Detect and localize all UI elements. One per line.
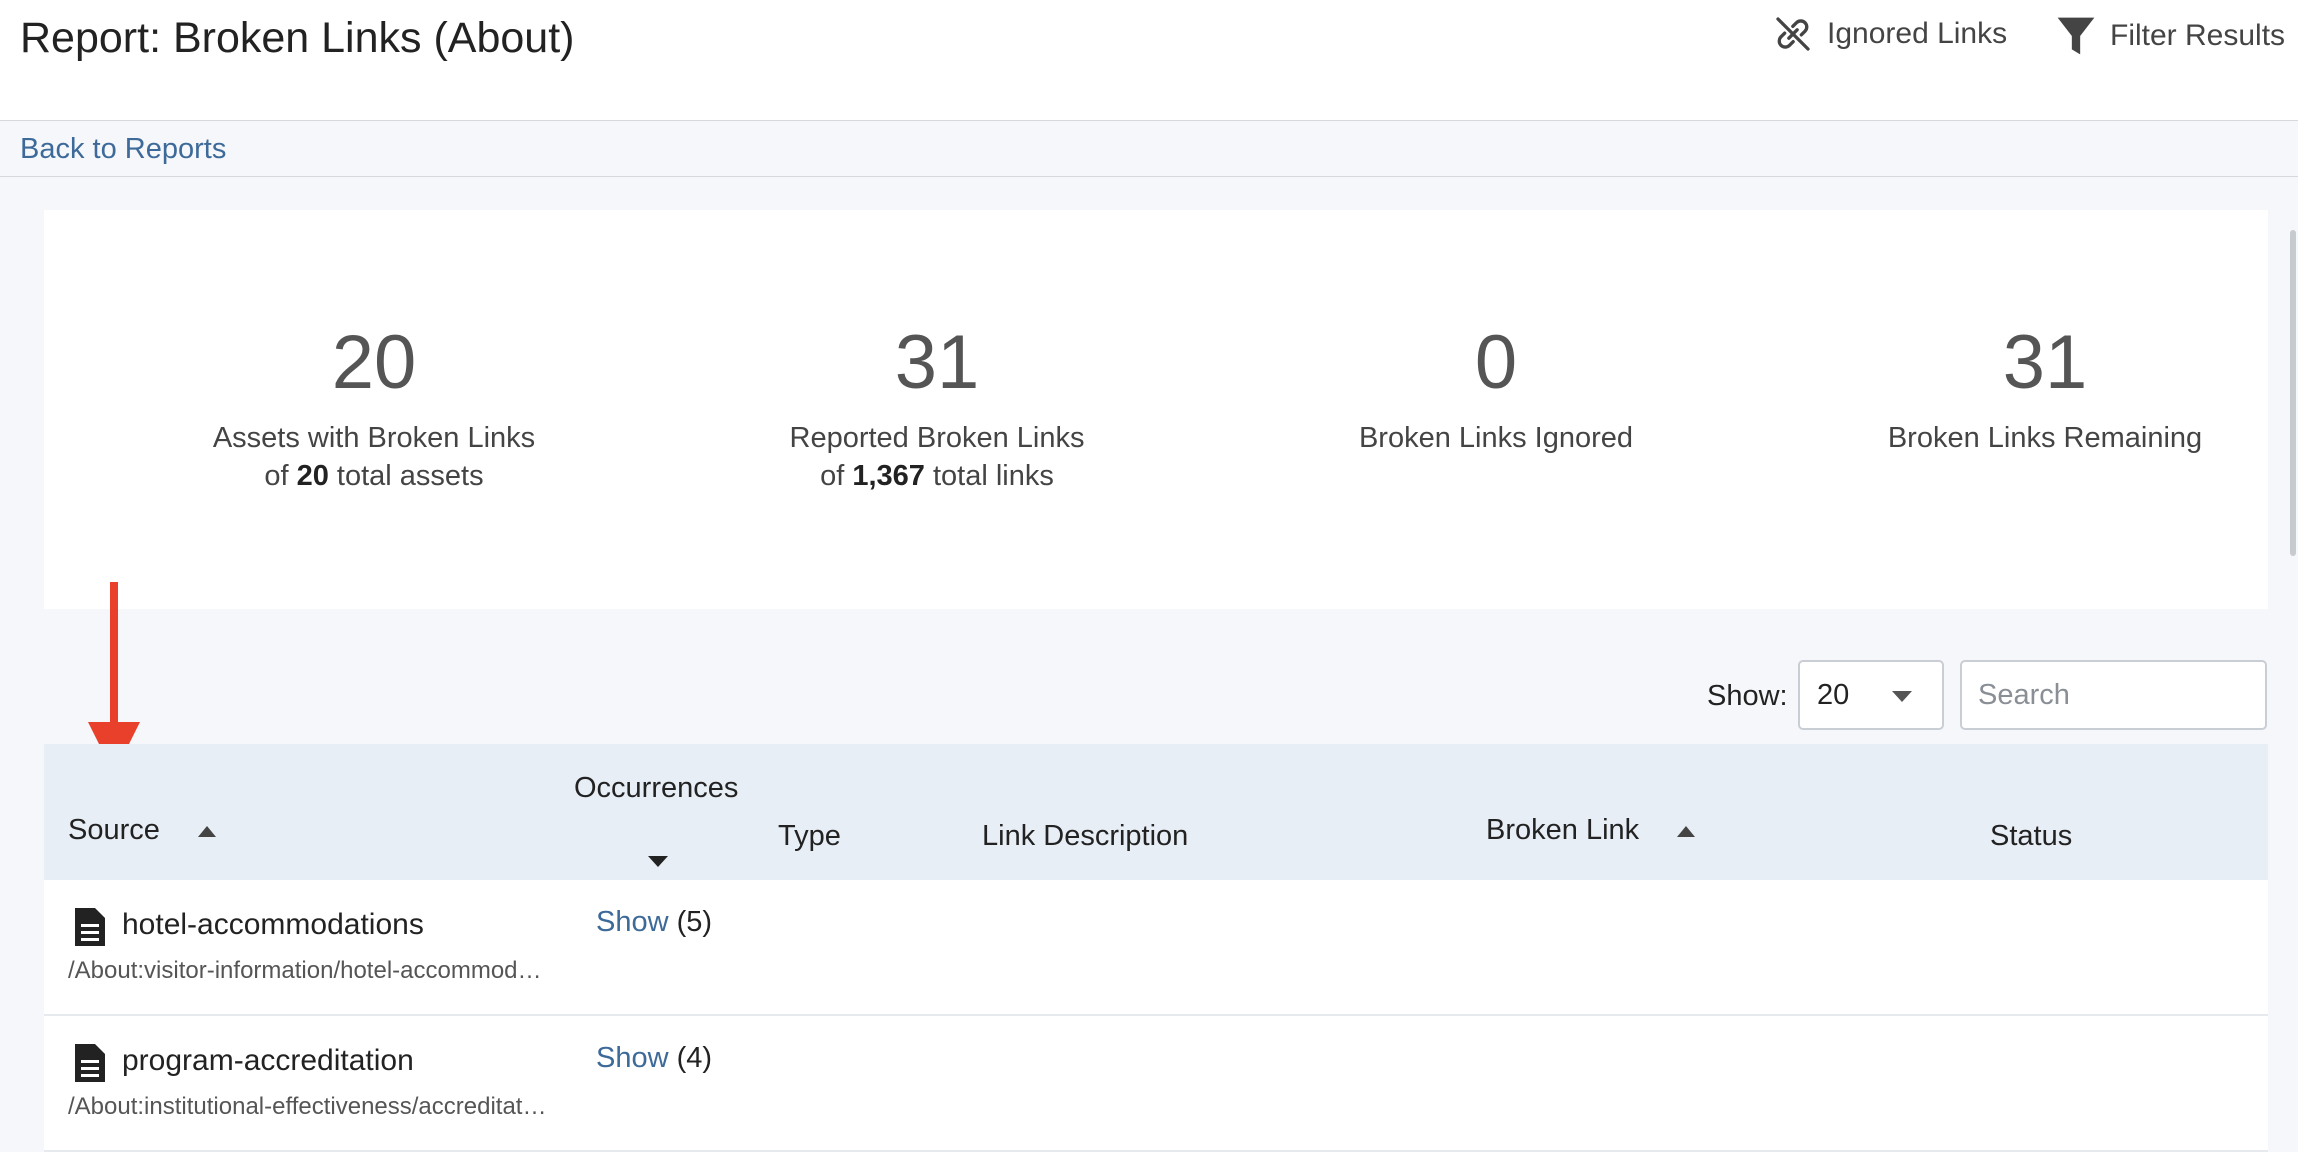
show-occurrences-link[interactable]: Show: [596, 1042, 669, 1074]
stat-broken-links-remaining: 31 Broken Links Remaining: [1785, 325, 2298, 457]
filter-results-label: Filter Results: [2110, 19, 2286, 52]
occurrences-cell: Show (5): [596, 906, 712, 939]
show-occurrences-link[interactable]: Show: [596, 906, 669, 938]
stat-sub: of 20 total assets: [264, 460, 484, 492]
caret-down-icon: [1892, 691, 1912, 702]
source-path: /About:institutional-effectiveness/accre…: [68, 1093, 548, 1120]
source-name[interactable]: hotel-accommodations: [122, 908, 424, 942]
stat-value: 31: [2002, 320, 2088, 405]
occurrence-count: (5): [676, 906, 713, 938]
scrollbar-thumb[interactable]: [2290, 230, 2296, 556]
stat-sub: of 1,367 total links: [820, 460, 1054, 492]
stats-card: 20 Assets with Broken Links of 20 total …: [44, 210, 2268, 609]
stat-total: 1,367: [852, 460, 925, 492]
sort-ascending-icon: [1677, 825, 1696, 837]
source-name[interactable]: program-accreditation: [122, 1044, 414, 1078]
column-header-source[interactable]: Source: [68, 814, 216, 847]
sort-descending-icon: [648, 856, 668, 867]
top-bar: Report: Broken Links (About) Ignored Lin…: [0, 0, 2298, 121]
table-header: Source Occurrences Type Link Description…: [44, 744, 2268, 880]
column-header-occurrences[interactable]: Occurrences: [574, 772, 738, 867]
stat-total: 20: [296, 460, 329, 492]
table-row: program-accreditation /About:institution…: [44, 1016, 2268, 1152]
show-label: Show:: [1707, 680, 1788, 712]
search-input[interactable]: [1960, 660, 2267, 730]
page-size-value: 20: [1817, 679, 1850, 711]
stat-label: Broken Links Remaining: [1887, 422, 2203, 454]
document-icon: [75, 908, 105, 946]
filter-icon: [2057, 17, 2095, 55]
stat-value: 31: [894, 320, 980, 405]
unlink-icon: [1776, 17, 1810, 51]
column-header-broken-link[interactable]: Broken Link: [1486, 814, 1696, 847]
occurrences-cell: Show (4): [596, 1042, 712, 1075]
column-header-link-description[interactable]: Link Description: [982, 820, 1188, 853]
source-path: /About:visitor-information/hotel-accommo…: [68, 957, 548, 984]
stat-value: 20: [331, 320, 417, 405]
stat-broken-links-ignored: 0 Broken Links Ignored: [1236, 325, 1756, 457]
page-size-select[interactable]: 20: [1798, 660, 1944, 730]
ignored-links-label: Ignored Links: [1827, 17, 2008, 50]
stat-label: Assets with Broken Links: [212, 422, 536, 454]
stat-assets-with-broken-links: 20 Assets with Broken Links of 20 total …: [114, 325, 634, 495]
column-header-status[interactable]: Status: [1990, 820, 2072, 853]
stat-reported-broken-links: 31 Reported Broken Links of 1,367 total …: [677, 325, 1197, 495]
stat-value: 0: [1474, 320, 1518, 405]
ignored-links-button[interactable]: Ignored Links: [1773, 14, 2007, 54]
sub-nav-bar: Back to Reports: [0, 121, 2298, 177]
occurrence-count: (4): [676, 1042, 713, 1074]
stat-label: Broken Links Ignored: [1358, 422, 1634, 454]
back-to-reports-link[interactable]: Back to Reports: [20, 133, 226, 166]
table-row: hotel-accommodations /About:visitor-info…: [44, 880, 2268, 1016]
filter-results-button[interactable]: Filter Results: [2056, 14, 2285, 58]
page-title: Report: Broken Links (About): [20, 14, 575, 62]
stat-label: Reported Broken Links: [789, 422, 1085, 454]
document-icon: [75, 1044, 105, 1082]
column-header-type[interactable]: Type: [778, 820, 841, 853]
sort-ascending-icon: [197, 825, 216, 837]
